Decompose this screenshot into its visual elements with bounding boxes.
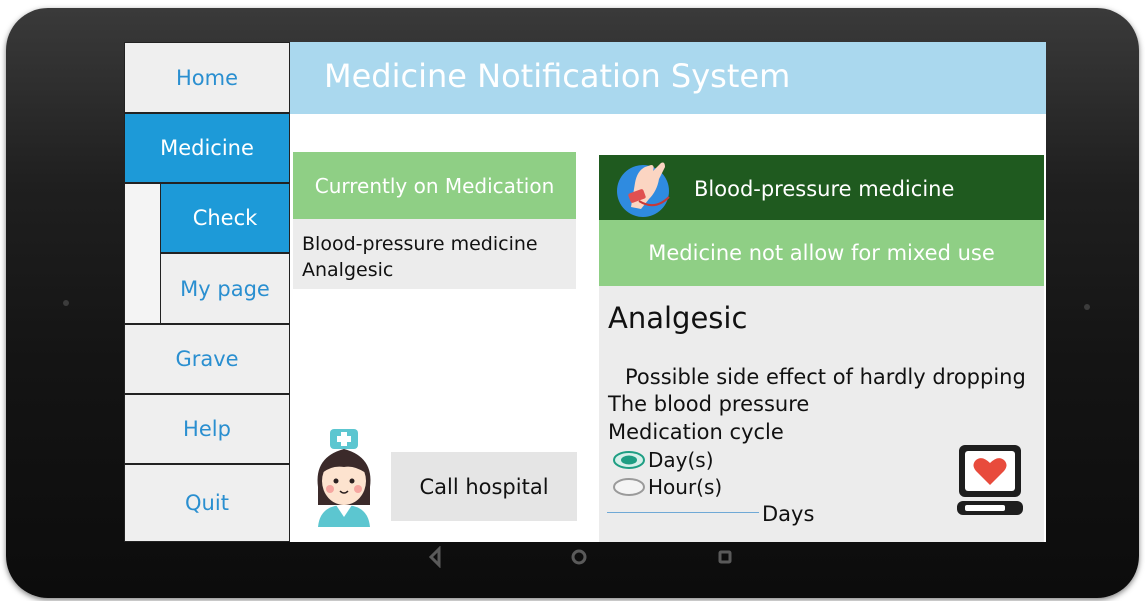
call-hospital-label: Call hospital (419, 474, 549, 499)
sidebar-item-label: Grave (175, 347, 239, 371)
sidebar-item-label: Check (192, 206, 258, 230)
home-icon[interactable] (568, 546, 590, 568)
medication-list: Blood-pressure medicine Analgesic (293, 219, 576, 289)
radio-unselected-icon (613, 478, 645, 496)
call-hospital-button[interactable]: Call hospital (391, 452, 577, 521)
cycle-unit-label: Days (762, 502, 815, 526)
sidebar: Home Medicine Check My page Grave Help Q… (124, 42, 290, 542)
cycle-option-days[interactable]: Day(s) (612, 448, 714, 472)
detail-medicine-name: Analgesic (608, 301, 748, 335)
medication-header-label: Currently on Medication (314, 173, 555, 198)
cycle-value-input[interactable] (607, 512, 759, 513)
cycle-option-label: Hour(s) (648, 475, 723, 499)
camera-dot (63, 300, 69, 306)
sidebar-item-label: Quit (185, 491, 229, 515)
medication-cycle-label: Medication cycle (608, 420, 784, 444)
sidebar-item-home[interactable]: Home (124, 42, 290, 113)
cycle-option-label: Day(s) (648, 448, 714, 472)
sidebar-item-grave[interactable]: Grave (124, 324, 290, 394)
back-icon[interactable] (427, 546, 443, 568)
medicine-detail-panel: Blood-pressure medicine Medicine not all… (599, 155, 1044, 542)
cycle-option-hours[interactable]: Hour(s) (612, 475, 722, 499)
app-header: Medicine Notification System (290, 42, 1046, 114)
sidebar-item-quit[interactable]: Quit (124, 464, 290, 542)
soft-keys-bar (0, 546, 1145, 570)
recents-icon[interactable] (714, 546, 736, 568)
sidebar-item-label: Medicine (160, 136, 254, 160)
nurse-icon (317, 429, 371, 527)
heart-monitor-icon[interactable] (955, 443, 1025, 521)
side-effect-text: The blood pressure (608, 392, 810, 416)
sidebar-item-label: My page (180, 276, 270, 301)
hand-blood-pressure-icon (617, 162, 670, 217)
list-item[interactable]: Blood-pressure medicine (302, 231, 576, 257)
sidebar-item-help[interactable]: Help (124, 394, 290, 464)
sidebar-item-my-page[interactable]: My page (160, 253, 290, 324)
mixed-use-warning: Medicine not allow for mixed use (599, 220, 1044, 286)
radio-selected-icon (613, 451, 645, 469)
sidebar-item-check[interactable]: Check (160, 183, 290, 253)
side-effect-text: Possible side effect of hardly dropping (625, 365, 1026, 389)
detail-title: Blood-pressure medicine (694, 177, 955, 201)
sidebar-item-medicine[interactable]: Medicine (124, 113, 290, 183)
submenu-indent (124, 183, 161, 324)
app-screen: Home Medicine Check My page Grave Help Q… (124, 42, 1046, 542)
list-item[interactable]: Analgesic (302, 257, 576, 283)
medication-header: Currently on Medication (293, 152, 576, 219)
sidebar-item-label: Home (175, 65, 238, 90)
mixed-use-warning-label: Medicine not allow for mixed use (648, 241, 995, 265)
sensor-dot (1084, 304, 1090, 310)
detail-header: Blood-pressure medicine (599, 155, 1044, 220)
page-title: Medicine Notification System (324, 57, 791, 95)
sidebar-item-label: Help (183, 417, 231, 441)
